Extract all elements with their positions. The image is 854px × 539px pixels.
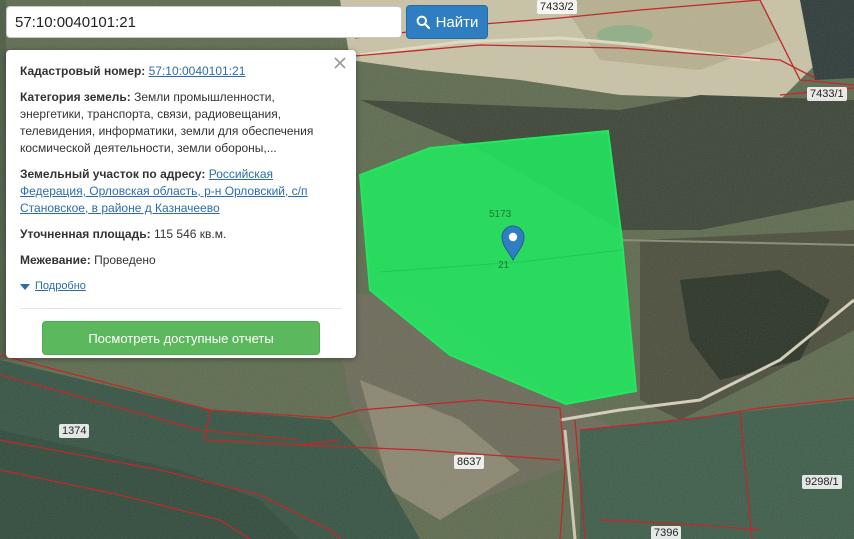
search-input[interactable] (6, 6, 402, 38)
parcel-label-21: 21 (498, 260, 510, 271)
divider (20, 308, 342, 309)
land-category-row: Категория земель: Земли промышленности, … (20, 89, 342, 157)
survey-row: Межевание: Проведено (20, 252, 342, 269)
land-category-label: Категория земель: (20, 90, 131, 104)
details-link[interactable]: Подробно (35, 278, 86, 295)
address-row: Земельный участок по адресу: Российская … (20, 166, 342, 217)
parcel-label-1374: 1374 (59, 424, 90, 438)
close-icon[interactable] (333, 56, 347, 70)
address-label: Земельный участок по адресу: (20, 167, 206, 181)
parcel-label-5173: 5173 (489, 209, 512, 220)
cadastral-number-link[interactable]: 57:10:0040101:21 (149, 64, 246, 78)
details-toggle[interactable]: Подробно (20, 278, 342, 295)
caret-down-icon (20, 283, 30, 290)
parcel-label-8637: 8637 (454, 455, 485, 469)
cadastral-number-label: Кадастровый номер: (20, 64, 146, 78)
parcel-label-7433-2: 7433/2 (537, 0, 577, 14)
cadastral-number-row: Кадастровый номер: 57:10:0040101:21 (20, 63, 342, 80)
view-reports-button[interactable]: Посмотреть доступные отчеты (42, 321, 320, 355)
search-button[interactable]: Найти (406, 5, 488, 39)
parcel-info-popup: Кадастровый номер: 57:10:0040101:21 Кате… (6, 50, 356, 358)
search-icon (416, 15, 430, 29)
survey-label: Межевание: (20, 253, 91, 267)
area-label: Уточненная площадь: (20, 227, 151, 241)
parcel-label-7433-1: 7433/1 (807, 87, 847, 101)
area-value: 115 546 кв.м. (153, 227, 227, 241)
survey-value: Проведено (94, 253, 156, 267)
parcel-label-9298-1: 9298/1 (802, 475, 842, 489)
search-button-label: Найти (435, 13, 479, 31)
parcel-label-7396: 7396 (651, 526, 682, 539)
area-row: Уточненная площадь: 115 546 кв.м. (20, 226, 342, 243)
